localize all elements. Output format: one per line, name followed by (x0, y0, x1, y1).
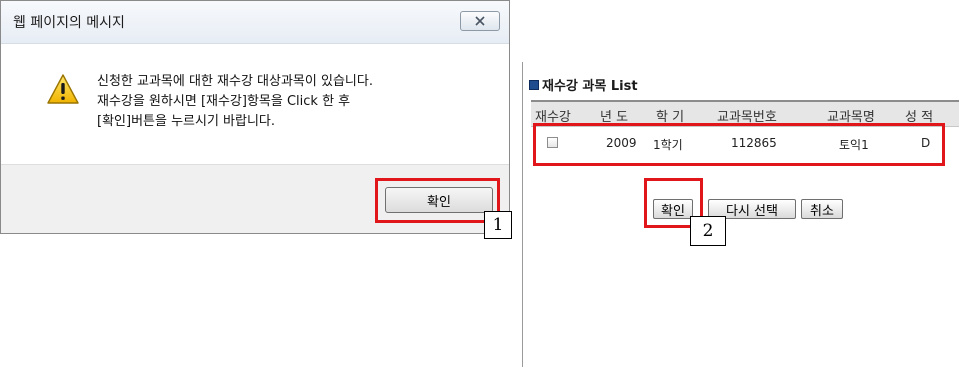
section-title-text: 재수강 과목 List (542, 79, 638, 94)
highlight-box-row (533, 123, 945, 166)
dialog-titlebar: 웹 페이지의 메시지 (1, 1, 509, 44)
close-icon (475, 16, 485, 26)
message-line: 재수강을 원하시면 [재수강]항목을 Click 한 후 (97, 94, 351, 109)
step-badge-2: 2 (690, 216, 726, 246)
step-badge-1: 1 (484, 211, 512, 239)
highlight-box-step1 (375, 178, 500, 223)
section-title: 재수강 과목 List (529, 75, 638, 94)
dialog-body: 신청한 교과목에 대한 재수강 대상과목이 있습니다. 재수강을 원하시면 [재… (1, 44, 509, 164)
warning-icon (47, 74, 79, 104)
square-bullet-icon (529, 79, 539, 90)
cancel-button[interactable]: 취소 (801, 199, 843, 219)
dialog-title: 웹 페이지의 메시지 (13, 15, 125, 31)
dialog-close-button[interactable] (460, 11, 500, 31)
dialog-message: 신청한 교과목에 대한 재수강 대상과목이 있습니다. 재수강을 원하시면 [재… (97, 72, 373, 132)
message-line: [확인]버튼을 누르시기 바랍니다. (97, 114, 276, 129)
message-line: 신청한 교과목에 대한 재수강 대상과목이 있습니다. (97, 74, 373, 89)
